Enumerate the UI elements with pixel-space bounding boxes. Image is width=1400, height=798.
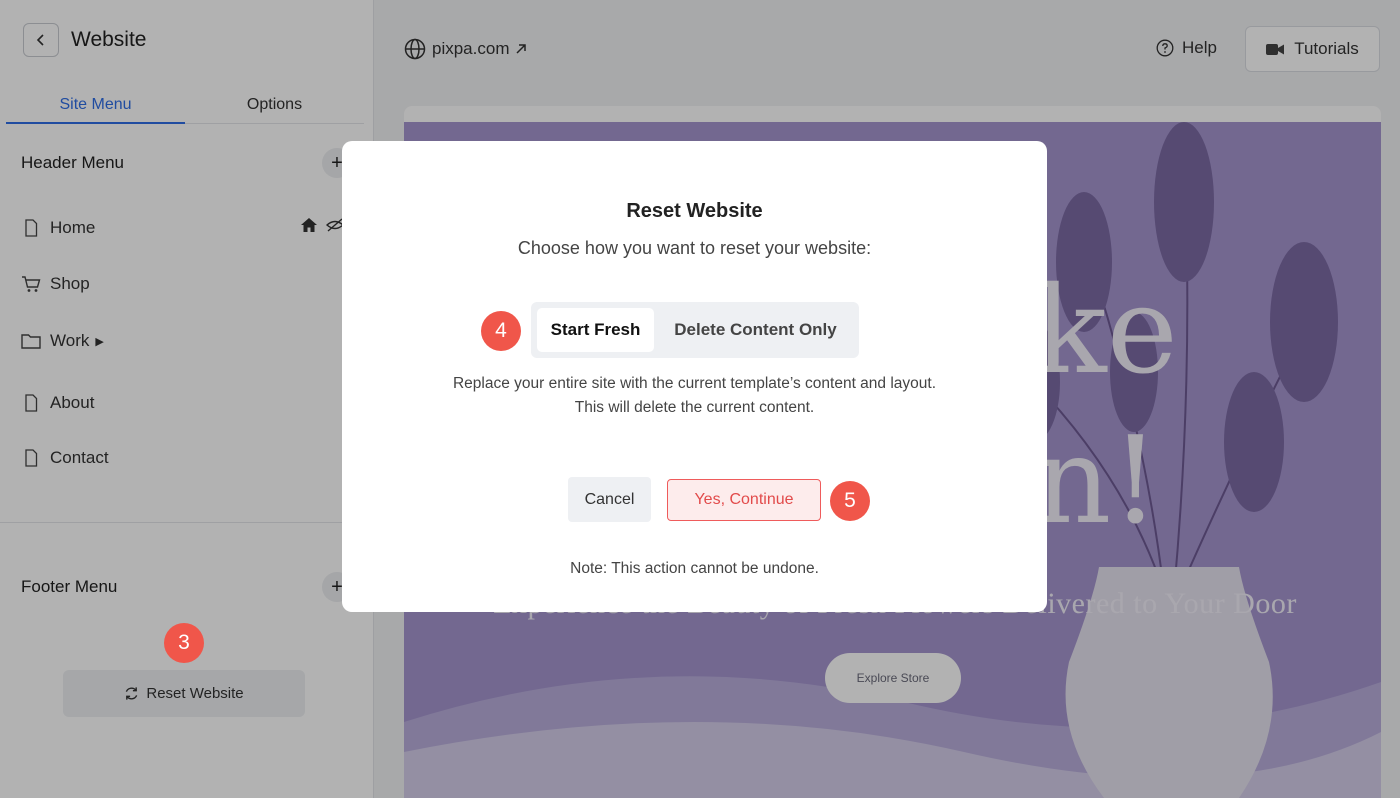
dialog-subtitle: Choose how you want to reset your websit… <box>517 238 872 258</box>
yes-continue-button[interactable]: Yes, Continue <box>667 479 821 521</box>
option-delete-content-only[interactable]: Delete Content Only <box>658 308 853 352</box>
reset-mode-toggle: Start Fresh Delete Content Only <box>531 302 859 358</box>
reset-website-dialog: Reset Website Choose how you want to res… <box>342 141 1047 612</box>
description-line-1: Replace your entire site with the curren… <box>452 375 937 392</box>
step-badge-5: 5 <box>830 481 870 521</box>
step-badge-4: 4 <box>481 311 521 351</box>
dialog-title: Reset Website <box>626 200 763 222</box>
description-line-2: This will delete the current content. <box>574 399 815 416</box>
dialog-description: Replace your entire site with the curren… <box>342 372 1047 420</box>
option-start-fresh[interactable]: Start Fresh <box>537 308 654 352</box>
dialog-note: Note: This action cannot be undone. <box>570 560 819 577</box>
step-badge-3: 3 <box>164 623 204 663</box>
cancel-button[interactable]: Cancel <box>568 477 651 522</box>
